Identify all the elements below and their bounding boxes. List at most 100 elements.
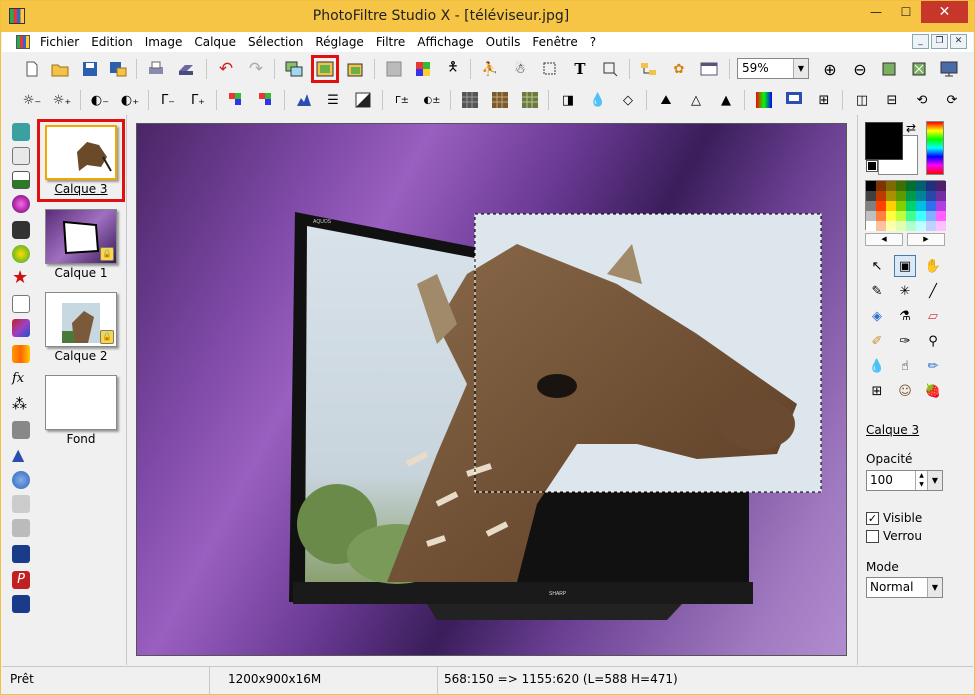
palette-prev-button[interactable]: ◀ xyxy=(865,233,903,246)
histogram-icon[interactable]: ▲ xyxy=(12,445,30,464)
fit-window-icon[interactable] xyxy=(879,59,899,79)
chevron-down-icon[interactable]: ▼ xyxy=(793,59,808,78)
palette-swatch[interactable] xyxy=(936,221,946,231)
foreground-color-swatch[interactable] xyxy=(865,122,903,160)
palette-swatch[interactable] xyxy=(936,211,946,221)
minimize-button[interactable]: — xyxy=(861,1,891,23)
gamma-up-icon[interactable]: Γ₊ xyxy=(188,90,208,110)
close-button[interactable]: ✕ xyxy=(921,1,968,23)
print-icon[interactable] xyxy=(146,59,166,79)
smudge-tool-icon[interactable]: ☝ xyxy=(894,355,916,377)
book-icon[interactable]: ◨ xyxy=(558,90,578,110)
sliders-icon[interactable]: ☰ xyxy=(323,90,343,110)
menu-fichier[interactable]: Fichier xyxy=(34,32,85,52)
menu-image[interactable]: Image xyxy=(139,32,189,52)
palette-swatch[interactable] xyxy=(926,191,936,201)
layer-calque-2[interactable]: 🔒 Calque 2 xyxy=(35,286,127,366)
chevron-down-icon[interactable]: ▼ xyxy=(927,578,942,597)
scanner-icon[interactable] xyxy=(176,59,196,79)
palette-swatch[interactable] xyxy=(866,211,876,221)
saturation-down-icon[interactable] xyxy=(226,90,246,110)
palette-swatch[interactable] xyxy=(886,221,896,231)
checkbox-box[interactable]: ✓ xyxy=(866,511,879,525)
page-icon[interactable] xyxy=(12,295,30,313)
swap-colors-icon[interactable]: ⇄ xyxy=(906,121,916,135)
eraser-tool-icon[interactable]: ▱ xyxy=(922,305,944,327)
palette-swatch[interactable] xyxy=(916,201,926,211)
layer-fond[interactable]: Fond xyxy=(35,369,127,449)
book-grey-icon[interactable] xyxy=(12,495,30,513)
grid-icon[interactable] xyxy=(12,421,30,439)
palette-swatch[interactable] xyxy=(916,221,926,231)
palette-swatch[interactable] xyxy=(916,181,926,191)
fullscreen-icon[interactable] xyxy=(939,59,959,79)
hand-tool-icon[interactable]: ✋ xyxy=(922,255,944,277)
monitor-icon[interactable] xyxy=(12,171,30,189)
opacity-spinner[interactable]: ▲ ▼ xyxy=(915,471,927,490)
menu-filtre[interactable]: Filtre xyxy=(370,32,411,52)
palette-swatch[interactable] xyxy=(896,191,906,201)
palette-swatch[interactable] xyxy=(936,201,946,211)
blur-tool-icon[interactable]: 💧 xyxy=(866,355,888,377)
levels-icon[interactable] xyxy=(294,90,314,110)
save-as-icon[interactable] xyxy=(108,59,128,79)
visible-checkbox[interactable]: ✓ Visible xyxy=(866,511,922,525)
copy-image-icon[interactable] xyxy=(284,59,304,79)
palette-swatch[interactable] xyxy=(876,221,886,231)
maximize-button[interactable]: ☐ xyxy=(891,1,921,23)
palette-swatch[interactable] xyxy=(926,221,936,231)
default-colors-icon[interactable] xyxy=(866,160,878,172)
pencil-tool-icon[interactable]: ✏ xyxy=(922,355,944,377)
menu-calque[interactable]: Calque xyxy=(188,32,242,52)
palette-swatch[interactable] xyxy=(876,211,886,221)
document-icon[interactable] xyxy=(16,35,30,49)
sphere-icon[interactable] xyxy=(12,195,30,213)
image-canvas[interactable]: AQUOS SHARP xyxy=(136,123,847,656)
menu-outils[interactable]: Outils xyxy=(480,32,527,52)
rotate-left-icon[interactable]: ⟲ xyxy=(912,90,932,110)
palette-swatch[interactable] xyxy=(876,201,886,211)
palette-swatch[interactable] xyxy=(886,201,896,211)
contrast-down-icon[interactable]: ◐₋ xyxy=(90,90,110,110)
crop-frame-icon[interactable] xyxy=(600,59,620,79)
stamp-tool-icon[interactable]: ⚲ xyxy=(922,330,944,352)
color-bars-icon[interactable] xyxy=(12,345,30,363)
auto-contrast-icon[interactable]: ◐± xyxy=(422,90,442,110)
sphere-blue-icon[interactable] xyxy=(12,471,30,489)
menu-affichage[interactable]: Affichage xyxy=(411,32,479,52)
mountain-icon[interactable]: ⛰ xyxy=(656,90,676,110)
palette-swatch[interactable] xyxy=(896,201,906,211)
brightness-down-icon[interactable]: ☼₋ xyxy=(22,90,42,110)
doc-restore-button[interactable]: ❐ xyxy=(931,34,948,49)
person-frame-icon[interactable]: ☃ xyxy=(510,59,530,79)
menu-fenetre[interactable]: Fenêtre xyxy=(526,32,583,52)
save-html-icon[interactable] xyxy=(12,595,30,613)
screen-gradient-icon[interactable] xyxy=(784,90,804,110)
drop-icon[interactable]: 💧 xyxy=(588,90,608,110)
palette-swatch[interactable] xyxy=(906,211,916,221)
gamma-down-icon[interactable]: Γ₋ xyxy=(158,90,178,110)
saturation-up-icon[interactable] xyxy=(256,90,276,110)
film-icon[interactable] xyxy=(12,519,30,537)
spray-tool-icon[interactable]: ⚗ xyxy=(894,305,916,327)
palette-swatch[interactable] xyxy=(926,181,936,191)
advanced-brush-tool-icon[interactable]: ✑ xyxy=(894,330,916,352)
opacity-input[interactable]: 100 ▲ ▼ ▼ xyxy=(866,470,943,491)
palette-swatch[interactable] xyxy=(876,191,886,201)
palette-swatch[interactable] xyxy=(936,181,946,191)
color-grid-icon[interactable] xyxy=(413,59,433,79)
open-folder-icon[interactable] xyxy=(50,59,70,79)
mosaic-dark-icon[interactable] xyxy=(460,90,480,110)
portrait-tool-icon[interactable]: ☺ xyxy=(894,380,916,402)
font-p-icon[interactable]: P xyxy=(12,571,30,589)
person-select-icon[interactable]: ⛹ xyxy=(480,59,500,79)
palette-swatch[interactable] xyxy=(906,181,916,191)
flip-vertical-icon[interactable]: ⊟ xyxy=(882,90,902,110)
text-tool-icon[interactable]: T xyxy=(570,59,590,79)
calculator-icon[interactable] xyxy=(12,123,30,141)
palette-next-button[interactable]: ▶ xyxy=(907,233,945,246)
color-spectrum[interactable] xyxy=(926,121,944,175)
palette-swatch[interactable] xyxy=(906,191,916,201)
grey-square-icon[interactable] xyxy=(384,59,404,79)
flip-horizontal-icon[interactable]: ◫ xyxy=(852,90,872,110)
